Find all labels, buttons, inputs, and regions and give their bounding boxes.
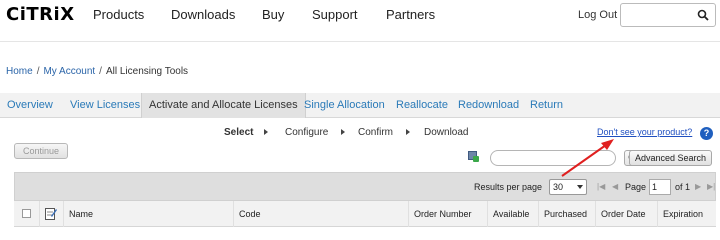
breadcrumb-my-account[interactable]: My Account bbox=[43, 66, 95, 77]
breadcrumb-separator: / bbox=[99, 66, 102, 77]
breadcrumb-current: All Licensing Tools bbox=[105, 66, 189, 77]
select-all-checkbox[interactable] bbox=[22, 209, 31, 218]
edit-icon bbox=[45, 208, 57, 220]
tab-reallocate[interactable]: Reallocate bbox=[396, 99, 448, 111]
export-icon[interactable] bbox=[468, 151, 479, 162]
step-arrow-icon bbox=[264, 129, 268, 135]
step-arrow-icon bbox=[341, 129, 345, 135]
site-header: CiTRiX Products Downloads Buy Support Pa… bbox=[0, 0, 720, 32]
results-per-page-value: 30 bbox=[553, 182, 564, 192]
logout-link[interactable]: Log Out bbox=[578, 9, 617, 21]
tab-return[interactable]: Return bbox=[530, 99, 563, 111]
previous-page-icon[interactable]: ◀ bbox=[612, 182, 618, 191]
step-confirm: Confirm bbox=[358, 127, 394, 138]
nav-partners[interactable]: Partners bbox=[386, 7, 435, 22]
results-per-page-label: Results per page bbox=[474, 182, 543, 192]
last-page-icon[interactable]: ▶| bbox=[707, 182, 715, 191]
column-header-order-date[interactable]: Order Date bbox=[596, 201, 658, 227]
nav-buy[interactable]: Buy bbox=[262, 7, 284, 22]
table-header: Name Code Order Number Available Purchas… bbox=[14, 201, 716, 227]
table-row bbox=[14, 227, 716, 240]
page-label: Page bbox=[625, 182, 647, 192]
nav-products[interactable]: Products bbox=[93, 7, 144, 22]
column-header-code[interactable]: Code bbox=[234, 201, 409, 227]
annotation-arrow-head bbox=[601, 139, 614, 150]
site-search-input[interactable] bbox=[620, 3, 716, 27]
step-arrow-icon bbox=[406, 129, 410, 135]
first-page-icon[interactable]: |◀ bbox=[597, 182, 605, 191]
next-page-icon[interactable]: ▶ bbox=[695, 182, 701, 191]
edit-column-cell bbox=[40, 201, 64, 227]
column-header-expiration[interactable]: Expiration bbox=[658, 201, 716, 227]
nav-downloads[interactable]: Downloads bbox=[171, 7, 235, 22]
results-per-page-select[interactable]: 30 bbox=[549, 179, 587, 195]
logo-text: CiTRiX bbox=[6, 4, 75, 25]
page-number-input[interactable]: 1 bbox=[649, 179, 671, 195]
help-icon[interactable]: ? bbox=[700, 127, 713, 140]
tab-view-licenses[interactable]: View Licenses bbox=[70, 99, 140, 111]
nav-support[interactable]: Support bbox=[312, 7, 358, 22]
select-all-cell bbox=[14, 201, 40, 227]
license-search-input[interactable] bbox=[490, 150, 616, 166]
citrix-logo[interactable]: CiTRiX bbox=[6, 4, 75, 25]
tab-activate-allocate[interactable]: Activate and Allocate Licenses bbox=[141, 93, 306, 118]
tool-tabs: Overview View Licenses Activate and Allo… bbox=[0, 93, 720, 118]
tab-overview[interactable]: Overview bbox=[7, 99, 53, 111]
continue-button[interactable]: Continue bbox=[14, 143, 68, 159]
column-header-purchased[interactable]: Purchased bbox=[539, 201, 596, 227]
breadcrumb-home[interactable]: Home bbox=[6, 66, 33, 77]
search-icon[interactable] bbox=[697, 9, 709, 21]
column-header-available[interactable]: Available bbox=[488, 201, 539, 227]
dont-see-product-link[interactable]: Don't see your product? bbox=[597, 127, 692, 137]
step-download: Download bbox=[424, 127, 469, 138]
header-divider bbox=[0, 41, 720, 42]
step-configure: Configure bbox=[285, 127, 329, 138]
tab-redownload[interactable]: Redownload bbox=[458, 99, 519, 111]
tab-single-allocation[interactable]: Single Allocation bbox=[304, 99, 385, 111]
breadcrumb-separator: / bbox=[36, 66, 40, 77]
step-select: Select bbox=[224, 127, 254, 138]
chevron-down-icon bbox=[577, 185, 583, 189]
breadcrumb: Home / My Account / All Licensing Tools bbox=[6, 66, 188, 77]
column-header-order-number[interactable]: Order Number bbox=[409, 201, 488, 227]
advanced-search-button[interactable]: Advanced Search bbox=[629, 150, 712, 166]
pager-bar: Results per page 30 |◀ ◀ Page 1 of 1 ▶ ▶… bbox=[14, 172, 716, 201]
page-count: of 1 bbox=[675, 182, 691, 192]
column-header-name[interactable]: Name bbox=[64, 201, 234, 227]
